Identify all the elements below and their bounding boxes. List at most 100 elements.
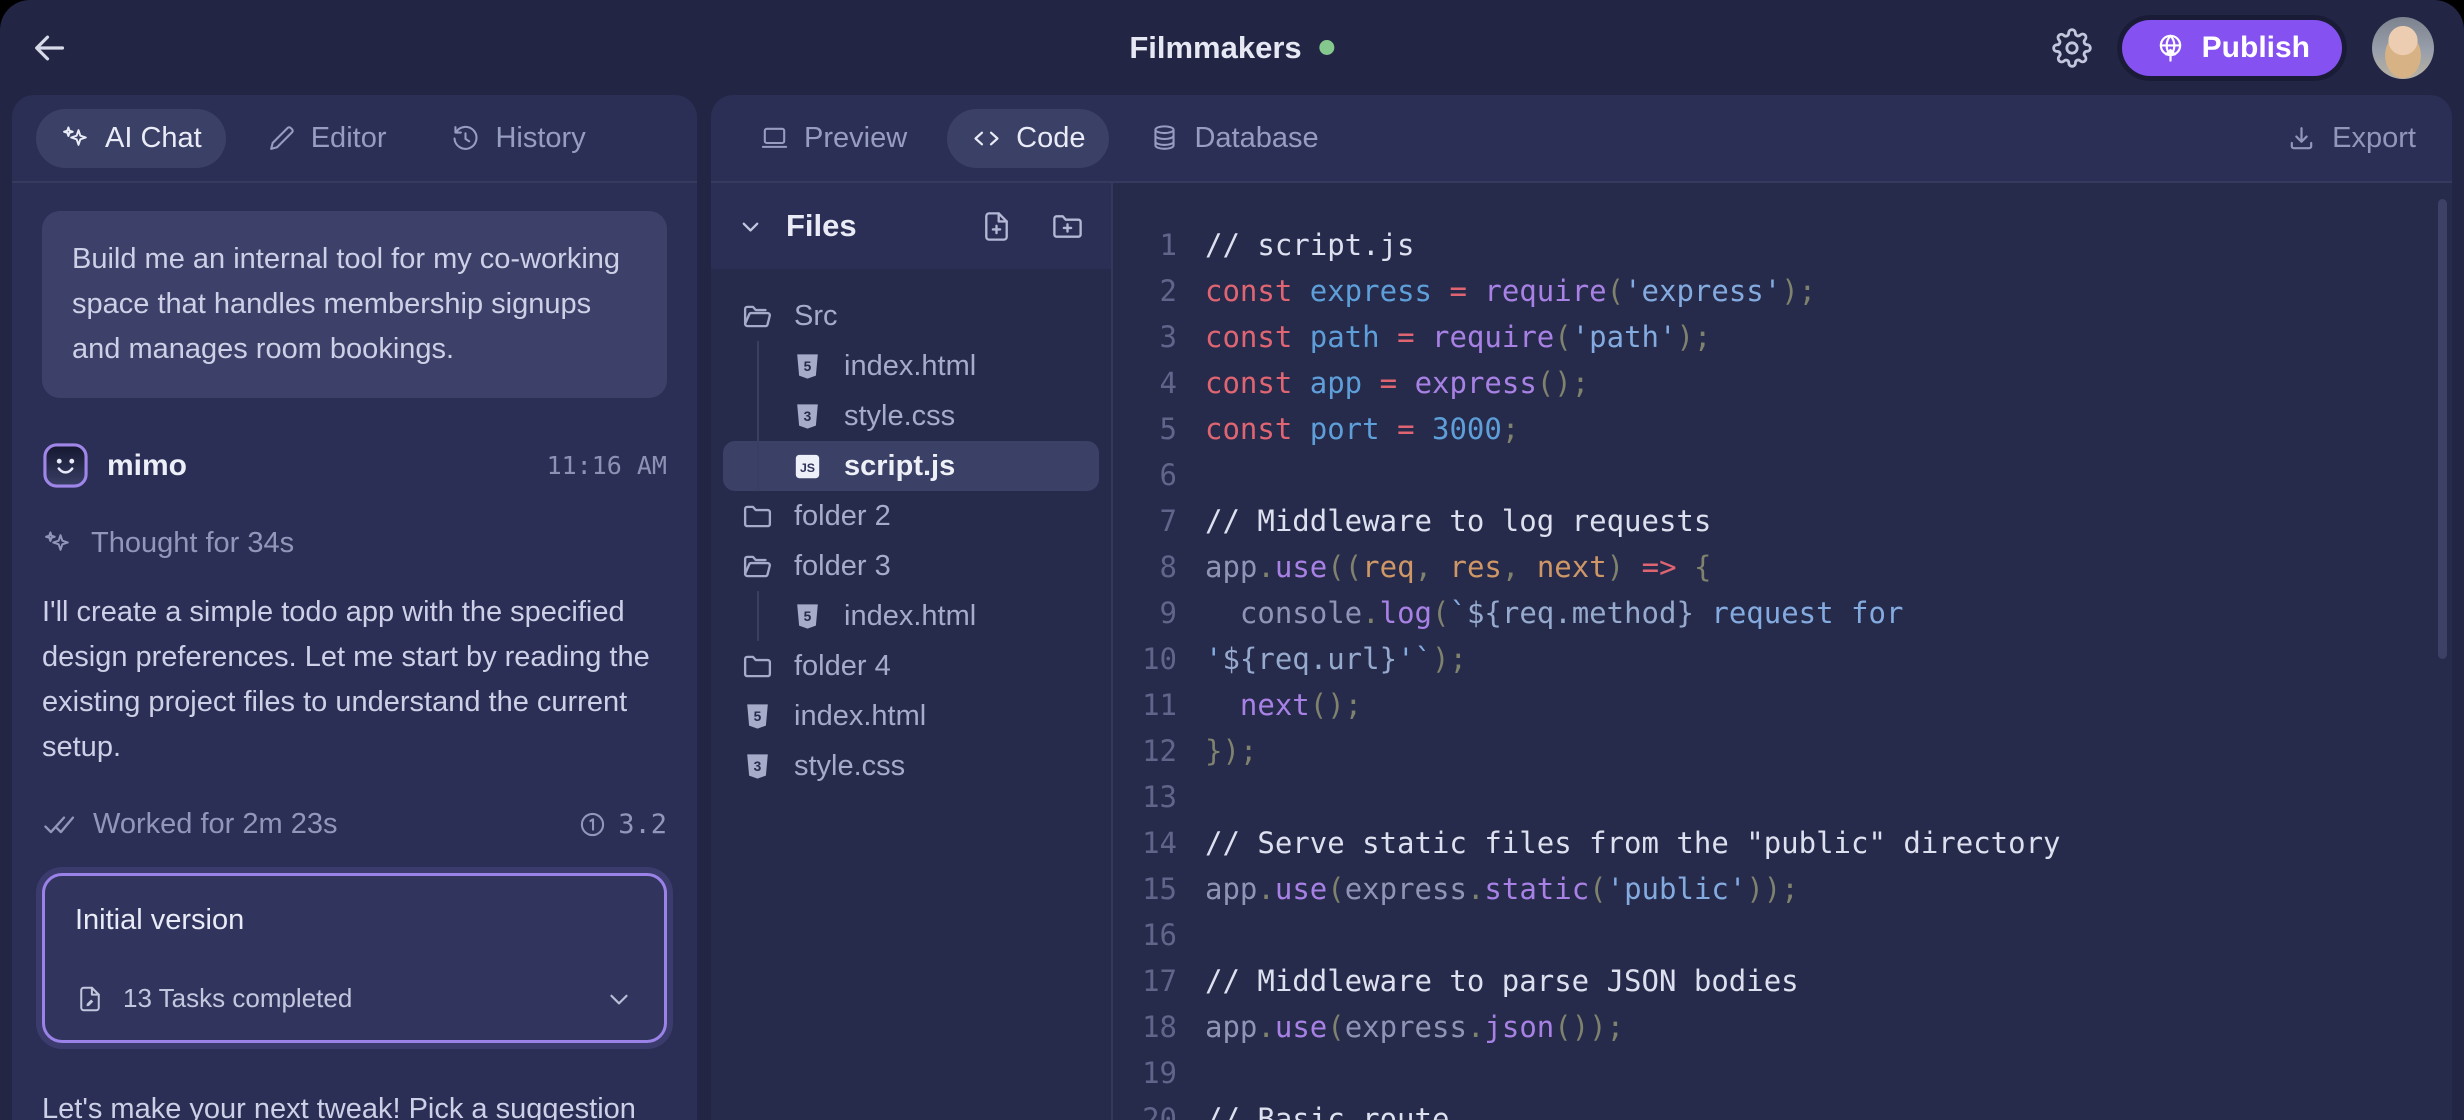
tasks-document-icon (75, 984, 105, 1014)
file-tree-item[interactable]: 5index.html (723, 591, 1099, 641)
new-folder-icon[interactable] (1050, 209, 1085, 244)
file-tree-item[interactable]: 3 style.css (723, 741, 1099, 791)
svg-text:5: 5 (754, 709, 762, 724)
code-text: const express = require('express'); (1205, 268, 1816, 314)
thought-row[interactable]: Thought for 34s (42, 527, 667, 560)
line-number: 2 (1113, 268, 1177, 314)
file-tree-item[interactable]: 3 style.css (723, 391, 1099, 441)
chat-panel: AI Chat Editor History Build me an inter… (12, 95, 697, 1120)
tab-history-label: History (495, 122, 585, 155)
file-name: style.css (794, 750, 905, 783)
file-tree-item[interactable]: 5index.html (723, 341, 1099, 391)
line-number: 13 (1113, 774, 1177, 820)
chevron-down-icon[interactable] (604, 984, 634, 1014)
export-button[interactable]: Export (2280, 121, 2428, 156)
back-button[interactable] (30, 28, 70, 68)
editor-scrollbar-thumb[interactable] (2438, 199, 2447, 659)
export-label: Export (2332, 122, 2416, 155)
code-line: 6 (1113, 452, 2452, 498)
file-name: folder 3 (794, 550, 891, 583)
file-tree-item[interactable]: 5 index.html (723, 691, 1099, 741)
line-number: 3 (1113, 314, 1177, 360)
assistant-header: mimo 11:16 AM (42, 442, 667, 489)
line-number: 15 (1113, 866, 1177, 912)
publish-button[interactable]: Publish (2122, 20, 2342, 76)
folder-file-icon (741, 650, 774, 683)
tab-preview[interactable]: Preview (735, 109, 931, 168)
code-text: const port = 3000; (1205, 406, 1519, 452)
code-line: 8app.use((req, res, next) => { (1113, 544, 2452, 590)
tab-history[interactable]: History (426, 109, 609, 168)
version-tasks-row[interactable]: 13 Tasks completed (75, 983, 634, 1014)
preview-icon (759, 123, 790, 154)
assistant-name: mimo (107, 449, 187, 483)
line-number: 1 (1113, 222, 1177, 268)
files-header[interactable]: Files (711, 183, 1111, 269)
file-name: folder 4 (794, 650, 891, 683)
code-text: app.use(express.static('public')); (1205, 866, 1799, 912)
tasks-completed-label: 13 Tasks completed (123, 983, 352, 1014)
files-title: Files (786, 208, 857, 244)
database-icon (1149, 123, 1180, 154)
css-file-icon: 3 (791, 400, 824, 433)
code-line: 2 const express = require('express'); (1113, 268, 2452, 314)
tab-database[interactable]: Database (1125, 109, 1342, 168)
code-line: 5 const port = 3000; (1113, 406, 2452, 452)
tab-ai-chat[interactable]: AI Chat (36, 109, 226, 168)
publish-globe-icon (2154, 31, 2187, 64)
tab-code[interactable]: Code (947, 109, 1109, 168)
file-tree-item[interactable]: folder 2 (723, 491, 1099, 541)
file-tree-item[interactable]: Src (723, 291, 1099, 341)
assistant-message: I'll create a simple todo app with the s… (42, 590, 667, 770)
file-name: index.html (844, 600, 976, 633)
chat-scroll-area[interactable]: Build me an internal tool for my co-work… (12, 183, 697, 1120)
sparkle-icon (42, 528, 73, 559)
code-line: 20// Basic route (1113, 1096, 2452, 1120)
new-file-icon[interactable] (979, 209, 1014, 244)
mimo-avatar (42, 442, 89, 489)
css-file-icon: 3 (741, 750, 774, 783)
page-title: Filmmakers (1129, 30, 1301, 66)
line-number: 20 (1113, 1096, 1177, 1120)
svg-text:3: 3 (804, 409, 812, 424)
file-name: index.html (794, 700, 926, 733)
version-card[interactable]: Initial version 13 Tasks completed (42, 873, 667, 1043)
user-avatar[interactable] (2372, 17, 2434, 79)
folder-open-file-icon (741, 300, 774, 333)
app-window: Filmmakers Publish (0, 0, 2464, 1120)
code-text: next(); (1205, 682, 1362, 728)
file-name: style.css (844, 400, 955, 433)
code-text: // script.js (1205, 222, 1415, 268)
code-line: 4const app = express(); (1113, 360, 2452, 406)
pencil-icon (266, 123, 297, 154)
code-workspace: Files Src5index.html3style.cssJSscript.j… (711, 183, 2452, 1120)
thought-duration-label: Thought for 34s (91, 527, 294, 560)
file-tree-item[interactable]: folder 3 (723, 541, 1099, 591)
line-number: 9 (1113, 590, 1177, 636)
code-text: app.use((req, res, next) => { (1205, 544, 1711, 590)
top-bar: Filmmakers Publish (0, 0, 2464, 95)
sparkles-icon (60, 123, 91, 154)
code-editor[interactable]: 1 // script.js 2 const express = require('e… (1111, 183, 2452, 1120)
credits-value: 3.2 (618, 809, 667, 840)
history-icon (450, 123, 481, 154)
indent-guide (757, 341, 759, 391)
download-icon (2286, 123, 2317, 154)
file-tree-item[interactable]: folder 4 (723, 641, 1099, 691)
project-title-group: Filmmakers (1129, 30, 1334, 66)
code-line: 13 (1113, 774, 2452, 820)
credit-coin-icon (577, 809, 608, 840)
file-tree-item[interactable]: JSscript.js (723, 441, 1099, 491)
settings-button[interactable] (2052, 28, 2092, 68)
code-line: 19 (1113, 1050, 2452, 1096)
chevron-down-icon[interactable] (737, 213, 764, 240)
svg-text:JS: JS (800, 461, 815, 475)
line-number: 4 (1113, 360, 1177, 406)
tab-editor[interactable]: Editor (242, 109, 411, 168)
code-text: const path = require('path'); (1205, 314, 1711, 360)
publish-label: Publish (2202, 31, 2310, 65)
user-message-bubble: Build me an internal tool for my co-work… (42, 211, 667, 398)
line-number: 5 (1113, 406, 1177, 452)
double-check-icon (42, 808, 75, 841)
code-line: 7// Middleware to log requests (1113, 498, 2452, 544)
